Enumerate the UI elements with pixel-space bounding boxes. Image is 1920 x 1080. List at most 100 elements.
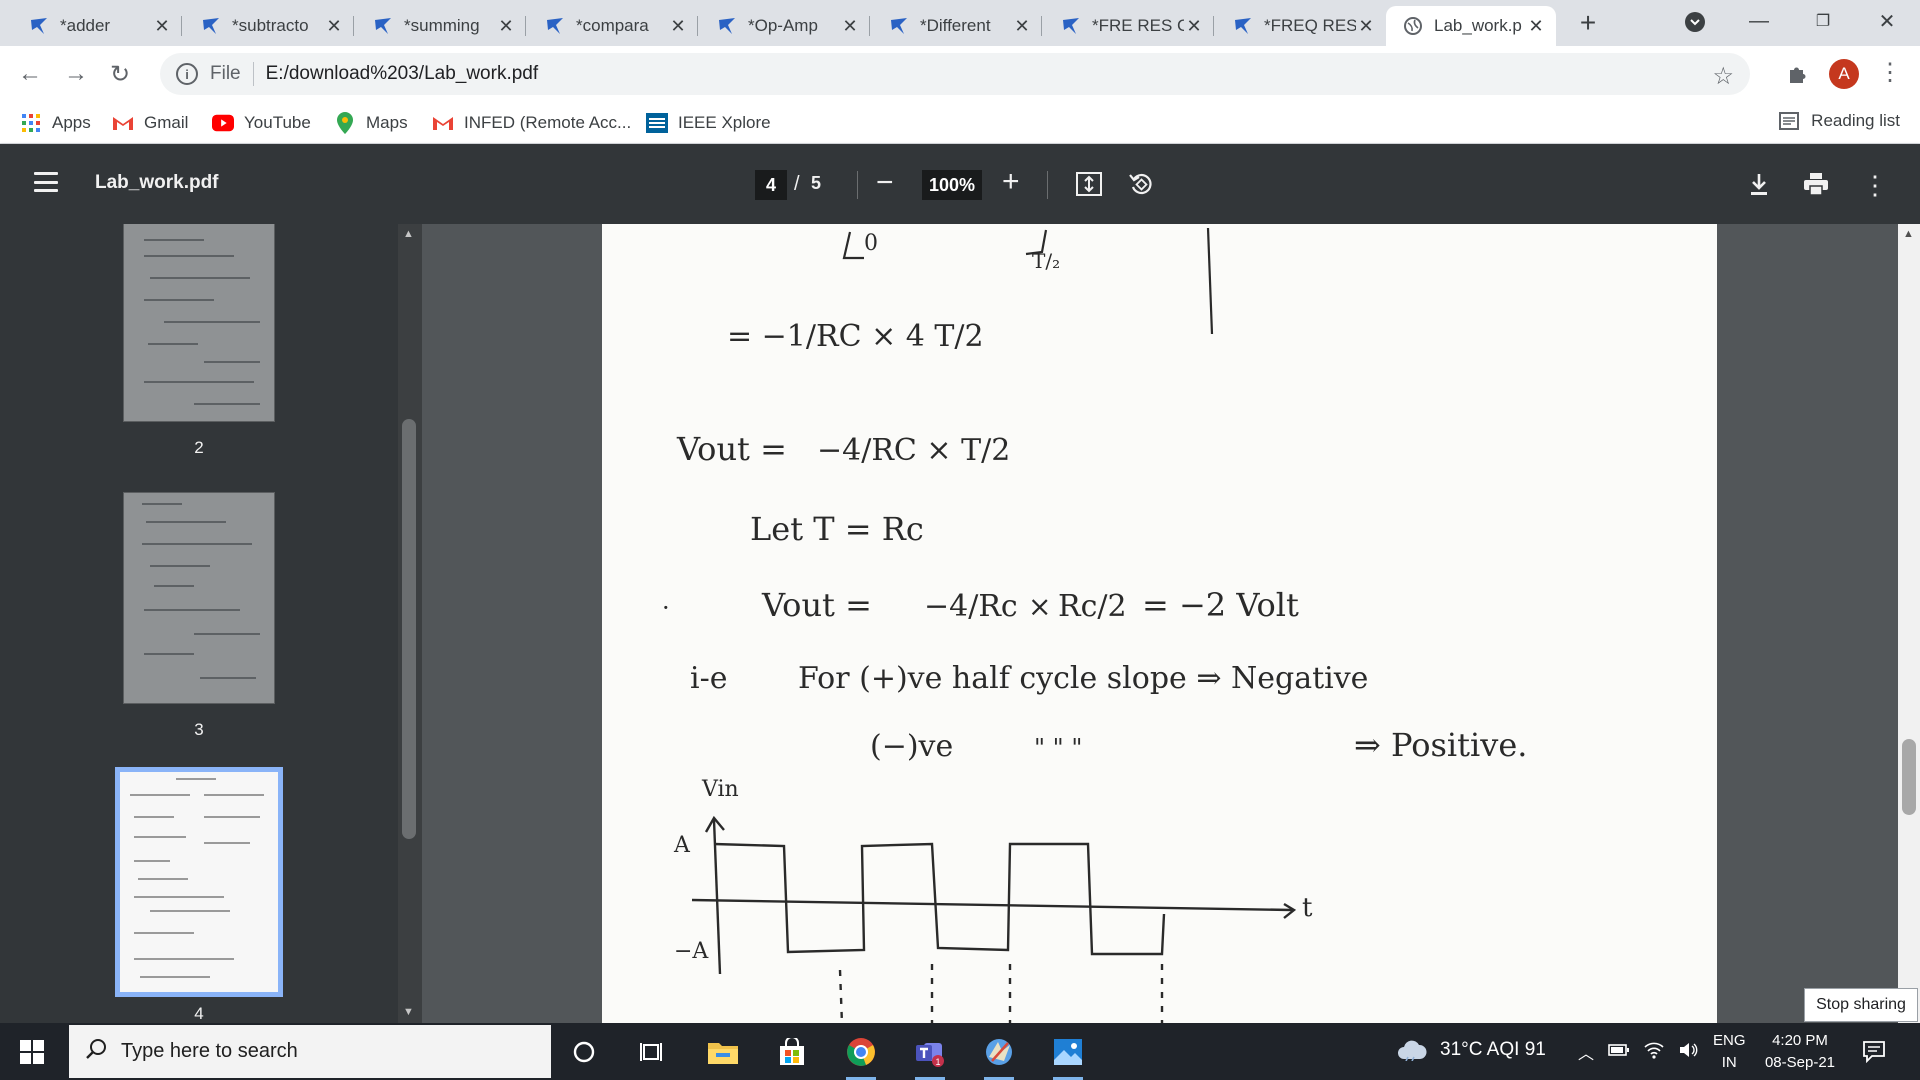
tab-differential[interactable]: *Different ✕: [872, 6, 1042, 46]
url-text[interactable]: E:/download%203/Lab_work.pdf: [266, 63, 539, 85]
page-number-input[interactable]: 4: [755, 170, 787, 200]
bookmark-ieee[interactable]: IEEE Xplore: [646, 111, 771, 135]
print-icon[interactable]: [1803, 172, 1829, 201]
weather-widget[interactable]: 31°C AQI 91: [1396, 1039, 1546, 1061]
task-view-icon[interactable]: [628, 1029, 674, 1075]
restore-button[interactable]: ❐: [1800, 6, 1846, 36]
tab-summing[interactable]: *summing ✕: [356, 6, 526, 46]
system-tray: ︿: [1578, 1040, 1698, 1064]
browser-menu-icon[interactable]: ⋮: [1878, 58, 1902, 87]
close-icon[interactable]: ✕: [840, 16, 860, 36]
maps-pin-icon: [334, 112, 356, 134]
forward-button[interactable]: →: [60, 58, 92, 90]
back-button[interactable]: ←: [14, 58, 46, 90]
photos-icon[interactable]: [1045, 1029, 1091, 1080]
tab-comparator[interactable]: *compara ✕: [528, 6, 698, 46]
app-logo-icon: [716, 15, 738, 37]
wifi-icon[interactable]: [1644, 1041, 1664, 1064]
info-icon[interactable]: i: [176, 63, 198, 85]
taskbar-search-input[interactable]: Type here to search: [69, 1025, 551, 1078]
scroll-up-icon[interactable]: ▲: [1903, 228, 1914, 240]
zoom-in-button[interactable]: +: [1002, 166, 1020, 198]
extensions-puzzle-icon[interactable]: [1786, 62, 1810, 91]
tab-op-amp[interactable]: *Op-Amp ✕: [700, 6, 870, 46]
pdf-sidebar-menu-icon[interactable]: [34, 172, 58, 192]
close-icon[interactable]: ✕: [152, 16, 172, 36]
bookmark-youtube[interactable]: YouTube: [212, 111, 311, 135]
zoom-out-button[interactable]: −: [876, 168, 894, 198]
thumbnail-page-4[interactable]: [115, 767, 283, 997]
tab-search-button[interactable]: [1672, 7, 1718, 37]
tab-title: *Op-Amp: [748, 16, 818, 35]
bookmark-apps[interactable]: Apps: [20, 111, 91, 135]
profile-avatar[interactable]: A: [1829, 59, 1859, 89]
doc-line3: Let T = Rc: [750, 510, 924, 548]
page-separator: /: [794, 173, 800, 195]
tab-subtractor[interactable]: *subtracto ✕: [184, 6, 354, 46]
doc-line4-result: = −2 Volt: [1142, 586, 1299, 624]
language-indicator[interactable]: ENG IN: [1713, 1030, 1746, 1074]
main-scrollbar[interactable]: ▲: [1898, 224, 1920, 1023]
app-logo-icon: [544, 15, 566, 37]
minimize-button[interactable]: —: [1736, 6, 1782, 36]
more-options-icon[interactable]: ⋮: [1862, 170, 1888, 201]
reload-button[interactable]: ↻: [104, 58, 136, 90]
thumbnail-page-2[interactable]: [123, 224, 275, 422]
tab-fre-res[interactable]: *FRE RES C ✕: [1044, 6, 1214, 46]
close-icon[interactable]: ✕: [496, 16, 516, 36]
pdf-page: 0 T/₂ = −1/RC × 4 T/2 Vout = −4/RC × T/2…: [602, 224, 1717, 1023]
clock[interactable]: 4:20 PM 08-Sep-21: [1760, 1030, 1840, 1074]
bookmark-infed[interactable]: INFED (Remote Acc...: [432, 111, 631, 135]
app-logo-icon: [200, 15, 222, 37]
bookmark-star-icon[interactable]: ☆: [1712, 62, 1734, 91]
app-logo-icon: [28, 15, 50, 37]
bookmark-maps[interactable]: Maps: [334, 111, 408, 135]
rotate-icon[interactable]: [1128, 171, 1154, 202]
chevron-up-icon[interactable]: ︿: [1578, 1040, 1594, 1064]
thumbnail-label: 2: [194, 438, 204, 457]
doc-line2-lhs: Vout =: [676, 430, 787, 468]
fit-page-icon[interactable]: [1076, 172, 1102, 201]
battery-icon[interactable]: [1608, 1043, 1630, 1062]
scroll-down-icon[interactable]: ▼: [403, 1006, 414, 1018]
new-tab-button[interactable]: +: [1574, 9, 1602, 38]
bookmark-label: IEEE Xplore: [678, 113, 771, 132]
volume-icon[interactable]: [1678, 1041, 1698, 1064]
bookmark-label: Apps: [52, 113, 91, 132]
zoom-level-input[interactable]: 100%: [922, 170, 982, 200]
windows-start-icon[interactable]: [20, 1040, 44, 1069]
cortana-icon[interactable]: [561, 1029, 607, 1075]
close-icon[interactable]: ✕: [1526, 16, 1546, 36]
main-scroll-thumb[interactable]: [1902, 739, 1916, 815]
sidebar-scrollbar[interactable]: ▲ ▼: [398, 224, 422, 1023]
tab-title: Lab_work.p: [1434, 16, 1522, 35]
teams-icon[interactable]: 1: [907, 1029, 953, 1080]
tab-adder[interactable]: *adder ✕: [12, 6, 182, 46]
close-icon[interactable]: ✕: [1012, 16, 1032, 36]
address-bar[interactable]: i File E:/download%203/Lab_work.pdf ☆: [160, 53, 1750, 95]
ieee-icon: [646, 112, 668, 134]
stop-sharing-button[interactable]: Stop sharing: [1804, 988, 1918, 1022]
reading-list-button[interactable]: Reading list: [1779, 111, 1900, 131]
doc-line4-frac2: Rc/2: [1058, 589, 1127, 624]
close-icon[interactable]: ✕: [324, 16, 344, 36]
close-icon[interactable]: ✕: [1184, 16, 1204, 36]
scroll-up-icon[interactable]: ▲: [403, 228, 414, 240]
download-icon[interactable]: [1748, 172, 1770, 201]
store-icon[interactable]: [769, 1029, 815, 1075]
notification-icon[interactable]: [1862, 1039, 1886, 1068]
app-logo-icon: [1232, 15, 1254, 37]
close-window-button[interactable]: ✕: [1864, 6, 1910, 36]
thumbnail-page-3[interactable]: [123, 492, 275, 704]
tab-lab-work[interactable]: Lab_work.p ✕: [1386, 6, 1556, 46]
doc-line1: = −1/RC × 4 T/2: [727, 319, 984, 354]
close-icon[interactable]: ✕: [1356, 16, 1376, 36]
chrome-icon[interactable]: [838, 1029, 884, 1080]
tab-freq-res[interactable]: *FREQ RES ✕: [1216, 6, 1386, 46]
sidebar-scroll-thumb[interactable]: [402, 419, 416, 839]
file-explorer-icon[interactable]: [700, 1029, 746, 1075]
toolbar-divider: [1047, 171, 1048, 199]
mathcad-icon[interactable]: [976, 1029, 1022, 1080]
bookmark-gmail[interactable]: Gmail: [112, 111, 188, 135]
close-icon[interactable]: ✕: [668, 16, 688, 36]
